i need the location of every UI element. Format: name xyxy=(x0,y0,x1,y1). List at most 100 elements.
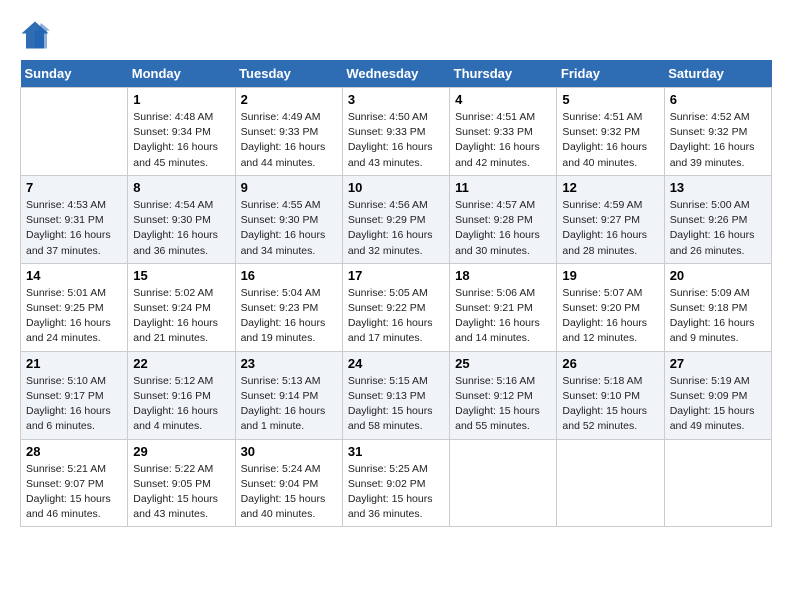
day-info: Sunrise: 5:18 AM Sunset: 9:10 PM Dayligh… xyxy=(562,374,658,435)
calendar-cell: 21 Sunrise: 5:10 AM Sunset: 9:17 PM Dayli… xyxy=(21,351,128,439)
day-number: 6 xyxy=(670,92,766,107)
calendar-cell: 14 Sunrise: 5:01 AM Sunset: 9:25 PM Dayli… xyxy=(21,263,128,351)
day-info: Sunrise: 5:16 AM Sunset: 9:12 PM Dayligh… xyxy=(455,374,551,435)
day-header-friday: Friday xyxy=(557,60,664,88)
day-header-saturday: Saturday xyxy=(664,60,771,88)
day-info: Sunrise: 4:59 AM Sunset: 9:27 PM Dayligh… xyxy=(562,198,658,259)
calendar-week-row: 1 Sunrise: 4:48 AM Sunset: 9:34 PM Daylig… xyxy=(21,88,772,176)
day-info: Sunrise: 4:53 AM Sunset: 9:31 PM Dayligh… xyxy=(26,198,122,259)
calendar-cell: 3Sunrise: 4:50 AM Sunset: 9:33 PM Daylig… xyxy=(342,88,449,176)
days-header-row: SundayMondayTuesdayWednesdayThursdayFrid… xyxy=(21,60,772,88)
calendar-cell: 1 Sunrise: 4:48 AM Sunset: 9:34 PM Daylig… xyxy=(128,88,235,176)
calendar-week-row: 7Sunrise: 4:53 AM Sunset: 9:31 PM Daylig… xyxy=(21,175,772,263)
day-info: Sunrise: 5:25 AM Sunset: 9:02 PM Dayligh… xyxy=(348,462,444,523)
day-info: Sunrise: 5:06 AM Sunset: 9:21 PM Dayligh… xyxy=(455,286,551,347)
day-number: 13 xyxy=(670,180,766,195)
calendar-cell: 11 Sunrise: 4:57 AM Sunset: 9:28 PM Dayli… xyxy=(450,175,557,263)
day-info: Sunrise: 5:10 AM Sunset: 9:17 PM Dayligh… xyxy=(26,374,122,435)
calendar-cell: 30 Sunrise: 5:24 AM Sunset: 9:04 PM Dayli… xyxy=(235,439,342,527)
calendar-cell: 26 Sunrise: 5:18 AM Sunset: 9:10 PM Dayli… xyxy=(557,351,664,439)
day-number: 11 xyxy=(455,180,551,195)
day-number: 23 xyxy=(241,356,337,371)
day-number: 19 xyxy=(562,268,658,283)
day-number: 12 xyxy=(562,180,658,195)
calendar-week-row: 21 Sunrise: 5:10 AM Sunset: 9:17 PM Dayli… xyxy=(21,351,772,439)
day-number: 21 xyxy=(26,356,122,371)
day-info: Sunrise: 5:01 AM Sunset: 9:25 PM Dayligh… xyxy=(26,286,122,347)
day-info: Sunrise: 5:13 AM Sunset: 9:14 PM Dayligh… xyxy=(241,374,337,435)
day-info: Sunrise: 4:54 AM Sunset: 9:30 PM Dayligh… xyxy=(133,198,229,259)
calendar-cell xyxy=(557,439,664,527)
day-number: 24 xyxy=(348,356,444,371)
day-number: 22 xyxy=(133,356,229,371)
day-number: 10 xyxy=(348,180,444,195)
day-info: Sunrise: 4:51 AM Sunset: 9:33 PM Dayligh… xyxy=(455,110,551,171)
day-info: Sunrise: 4:52 AM Sunset: 9:32 PM Dayligh… xyxy=(670,110,766,171)
calendar-cell: 4 Sunrise: 4:51 AM Sunset: 9:33 PM Daylig… xyxy=(450,88,557,176)
day-number: 1 xyxy=(133,92,229,107)
day-info: Sunrise: 4:57 AM Sunset: 9:28 PM Dayligh… xyxy=(455,198,551,259)
day-info: Sunrise: 5:02 AM Sunset: 9:24 PM Dayligh… xyxy=(133,286,229,347)
day-info: Sunrise: 5:07 AM Sunset: 9:20 PM Dayligh… xyxy=(562,286,658,347)
calendar-cell xyxy=(21,88,128,176)
logo xyxy=(20,20,52,50)
day-number: 18 xyxy=(455,268,551,283)
calendar-cell: 25 Sunrise: 5:16 AM Sunset: 9:12 PM Dayli… xyxy=(450,351,557,439)
calendar-cell: 29Sunrise: 5:22 AM Sunset: 9:05 PM Dayli… xyxy=(128,439,235,527)
day-number: 4 xyxy=(455,92,551,107)
calendar-cell: 15 Sunrise: 5:02 AM Sunset: 9:24 PM Dayli… xyxy=(128,263,235,351)
day-number: 25 xyxy=(455,356,551,371)
calendar-cell: 28Sunrise: 5:21 AM Sunset: 9:07 PM Dayli… xyxy=(21,439,128,527)
day-info: Sunrise: 4:56 AM Sunset: 9:29 PM Dayligh… xyxy=(348,198,444,259)
calendar-cell: 5 Sunrise: 4:51 AM Sunset: 9:32 PM Daylig… xyxy=(557,88,664,176)
day-info: Sunrise: 5:15 AM Sunset: 9:13 PM Dayligh… xyxy=(348,374,444,435)
day-number: 3 xyxy=(348,92,444,107)
calendar-cell xyxy=(664,439,771,527)
calendar-cell: 7Sunrise: 4:53 AM Sunset: 9:31 PM Daylig… xyxy=(21,175,128,263)
calendar-week-row: 14 Sunrise: 5:01 AM Sunset: 9:25 PM Dayli… xyxy=(21,263,772,351)
day-number: 29 xyxy=(133,444,229,459)
day-header-wednesday: Wednesday xyxy=(342,60,449,88)
day-info: Sunrise: 5:00 AM Sunset: 9:26 PM Dayligh… xyxy=(670,198,766,259)
calendar-table: SundayMondayTuesdayWednesdayThursdayFrid… xyxy=(20,60,772,527)
day-number: 26 xyxy=(562,356,658,371)
day-number: 30 xyxy=(241,444,337,459)
day-number: 16 xyxy=(241,268,337,283)
calendar-cell: 18 Sunrise: 5:06 AM Sunset: 9:21 PM Dayli… xyxy=(450,263,557,351)
day-number: 20 xyxy=(670,268,766,283)
day-header-sunday: Sunday xyxy=(21,60,128,88)
calendar-cell: 27Sunrise: 5:19 AM Sunset: 9:09 PM Dayli… xyxy=(664,351,771,439)
calendar-cell: 13 Sunrise: 5:00 AM Sunset: 9:26 PM Dayli… xyxy=(664,175,771,263)
day-header-tuesday: Tuesday xyxy=(235,60,342,88)
calendar-cell: 22Sunrise: 5:12 AM Sunset: 9:16 PM Dayli… xyxy=(128,351,235,439)
calendar-cell: 19 Sunrise: 5:07 AM Sunset: 9:20 PM Dayli… xyxy=(557,263,664,351)
day-number: 31 xyxy=(348,444,444,459)
day-header-thursday: Thursday xyxy=(450,60,557,88)
day-info: Sunrise: 4:51 AM Sunset: 9:32 PM Dayligh… xyxy=(562,110,658,171)
day-number: 9 xyxy=(241,180,337,195)
day-info: Sunrise: 5:19 AM Sunset: 9:09 PM Dayligh… xyxy=(670,374,766,435)
day-number: 15 xyxy=(133,268,229,283)
calendar-cell: 10 Sunrise: 4:56 AM Sunset: 9:29 PM Dayli… xyxy=(342,175,449,263)
calendar-cell: 23 Sunrise: 5:13 AM Sunset: 9:14 PM Dayli… xyxy=(235,351,342,439)
day-info: Sunrise: 4:48 AM Sunset: 9:34 PM Dayligh… xyxy=(133,110,229,171)
calendar-cell: 2Sunrise: 4:49 AM Sunset: 9:33 PM Daylig… xyxy=(235,88,342,176)
day-info: Sunrise: 5:04 AM Sunset: 9:23 PM Dayligh… xyxy=(241,286,337,347)
day-header-monday: Monday xyxy=(128,60,235,88)
calendar-cell: 20 Sunrise: 5:09 AM Sunset: 9:18 PM Dayli… xyxy=(664,263,771,351)
calendar-cell: 6 Sunrise: 4:52 AM Sunset: 9:32 PM Daylig… xyxy=(664,88,771,176)
day-info: Sunrise: 5:09 AM Sunset: 9:18 PM Dayligh… xyxy=(670,286,766,347)
calendar-cell: 9 Sunrise: 4:55 AM Sunset: 9:30 PM Daylig… xyxy=(235,175,342,263)
day-number: 14 xyxy=(26,268,122,283)
calendar-cell xyxy=(450,439,557,527)
calendar-cell: 8Sunrise: 4:54 AM Sunset: 9:30 PM Daylig… xyxy=(128,175,235,263)
calendar-cell: 17Sunrise: 5:05 AM Sunset: 9:22 PM Dayli… xyxy=(342,263,449,351)
calendar-cell: 16 Sunrise: 5:04 AM Sunset: 9:23 PM Dayli… xyxy=(235,263,342,351)
page-header xyxy=(20,20,772,50)
calendar-week-row: 28Sunrise: 5:21 AM Sunset: 9:07 PM Dayli… xyxy=(21,439,772,527)
day-info: Sunrise: 4:55 AM Sunset: 9:30 PM Dayligh… xyxy=(241,198,337,259)
day-info: Sunrise: 5:24 AM Sunset: 9:04 PM Dayligh… xyxy=(241,462,337,523)
day-info: Sunrise: 5:21 AM Sunset: 9:07 PM Dayligh… xyxy=(26,462,122,523)
day-number: 5 xyxy=(562,92,658,107)
day-number: 17 xyxy=(348,268,444,283)
